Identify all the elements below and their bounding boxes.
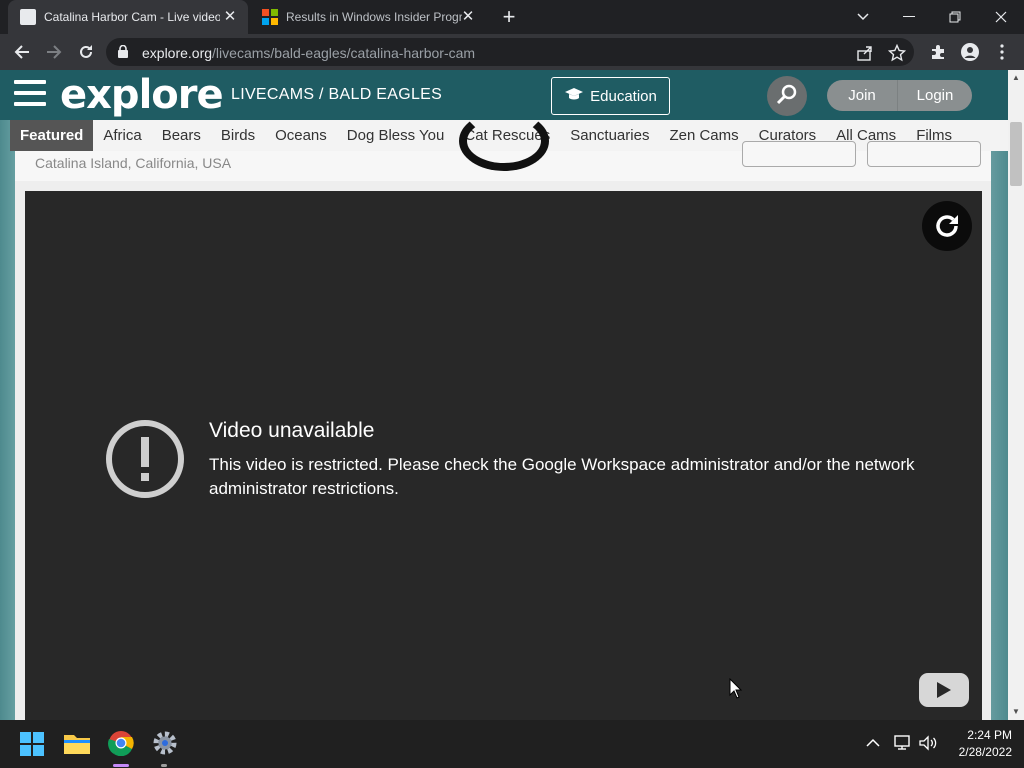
nav-item-zen-cams[interactable]: Zen Cams (659, 120, 748, 151)
profile-icon[interactable] (956, 38, 984, 66)
share-icon[interactable] (856, 44, 874, 62)
clock-date: 2/28/2022 (958, 745, 1012, 759)
auth-buttons: Join Login (827, 80, 972, 111)
volume-icon[interactable] (918, 734, 938, 754)
scroll-down-icon[interactable]: ▼ (1012, 708, 1020, 716)
reload-icon[interactable] (72, 38, 100, 66)
scroll-up-icon[interactable]: ▲ (1012, 74, 1020, 82)
tab-windows-insider[interactable]: Results in Windows Insider Progr ✕ (250, 0, 486, 34)
open-app-indicator (161, 764, 167, 767)
cam-action-button[interactable] (867, 141, 981, 167)
lock-icon[interactable] (118, 44, 128, 63)
search-button[interactable] (767, 76, 807, 116)
nav-item-oceans[interactable]: Oceans (265, 120, 337, 151)
cam-info-strip: Catalina Island, California, USA (15, 111, 991, 181)
back-icon[interactable] (8, 38, 36, 66)
join-button[interactable]: Join (827, 80, 898, 111)
nav-item-africa[interactable]: Africa (93, 120, 151, 151)
tab-title: Results in Windows Insider Progr (286, 10, 462, 24)
page-favicon-icon (20, 9, 36, 25)
breadcrumb[interactable]: LIVECAMS / BALD EAGLES (231, 86, 442, 104)
video-player[interactable]: Video unavailable This video is restrict… (25, 191, 982, 720)
chrome-icon[interactable] (108, 730, 136, 758)
nav-item-featured[interactable]: Featured (10, 120, 94, 151)
close-window-icon[interactable] (978, 0, 1024, 34)
cam-action-button[interactable] (742, 141, 856, 167)
minimize-icon[interactable] (886, 0, 932, 34)
tab-catalina-harbor-cam[interactable]: Catalina Harbor Cam - Live video ✕ (8, 0, 248, 34)
nav-item-bears[interactable]: Bears (152, 120, 211, 151)
network-icon[interactable] (892, 734, 912, 754)
menu-kebab-icon[interactable] (988, 38, 1016, 66)
clock-time: 2:24 PM (967, 728, 1012, 742)
microsoft-logo-icon (262, 9, 278, 25)
nav-item-sanctuaries[interactable]: Sanctuaries (560, 120, 659, 151)
hamburger-menu-icon[interactable] (14, 80, 46, 110)
page-scrollbar[interactable]: ▲ ▼ (1008, 70, 1024, 720)
tab-title: Catalina Harbor Cam - Live video (44, 10, 220, 24)
windows-taskbar: 2:24 PM 2/28/2022 (0, 720, 1024, 768)
graduation-cap-icon (564, 87, 584, 105)
tab-search-icon[interactable] (840, 0, 886, 34)
show-hidden-icons-chevron-icon[interactable] (864, 734, 884, 754)
education-button[interactable]: Education (551, 77, 670, 115)
url-text: explore.org/livecams/bald-eagles/catalin… (142, 45, 475, 61)
url-path: /livecams/bald-eagles/catalina-harbor-ca… (212, 45, 476, 61)
new-tab-icon[interactable]: + (498, 6, 520, 28)
nav-item-birds[interactable]: Birds (211, 120, 265, 151)
explore-logo[interactable]: explore (60, 72, 224, 118)
restore-icon[interactable] (932, 0, 978, 34)
youtube-play-icon[interactable] (919, 673, 969, 707)
error-title: Video unavailable (209, 419, 375, 442)
bookmark-star-icon[interactable] (887, 43, 907, 62)
exclamation-circle-icon (105, 419, 185, 499)
taskbar-clock[interactable]: 2:24 PM 2/28/2022 (944, 727, 1012, 761)
file-explorer-icon[interactable] (64, 732, 92, 760)
nav-item-dog-bless-you[interactable]: Dog Bless You (337, 120, 455, 151)
close-tab-icon[interactable]: ✕ (460, 9, 476, 25)
error-message: This video is restricted. Please check t… (209, 455, 915, 498)
close-tab-icon[interactable]: ✕ (222, 9, 238, 25)
settings-gear-icon[interactable] (152, 730, 180, 758)
refresh-icon[interactable] (922, 201, 972, 251)
address-bar[interactable]: explore.org/livecams/bald-eagles/catalin… (106, 38, 914, 66)
education-label: Education (590, 87, 657, 105)
url-host: explore.org (142, 45, 213, 61)
search-icon (776, 83, 798, 110)
extensions-puzzle-icon[interactable] (924, 38, 952, 66)
mouse-cursor-icon (729, 677, 743, 705)
active-app-indicator (113, 764, 129, 767)
forward-icon[interactable] (40, 38, 68, 66)
web-page: explore LIVECAMS / BALD EAGLES Education… (0, 70, 1008, 720)
partner-logo-ring (459, 111, 549, 171)
tab-strip: Catalina Harbor Cam - Live video ✕ Resul… (0, 0, 1024, 34)
login-button[interactable]: Login (898, 80, 972, 111)
cam-location: Catalina Island, California, USA (35, 155, 232, 171)
windows-start-icon[interactable] (20, 732, 48, 760)
scrollbar-thumb[interactable] (1010, 122, 1022, 186)
browser-toolbar: explore.org/livecams/bald-eagles/catalin… (0, 34, 1024, 70)
